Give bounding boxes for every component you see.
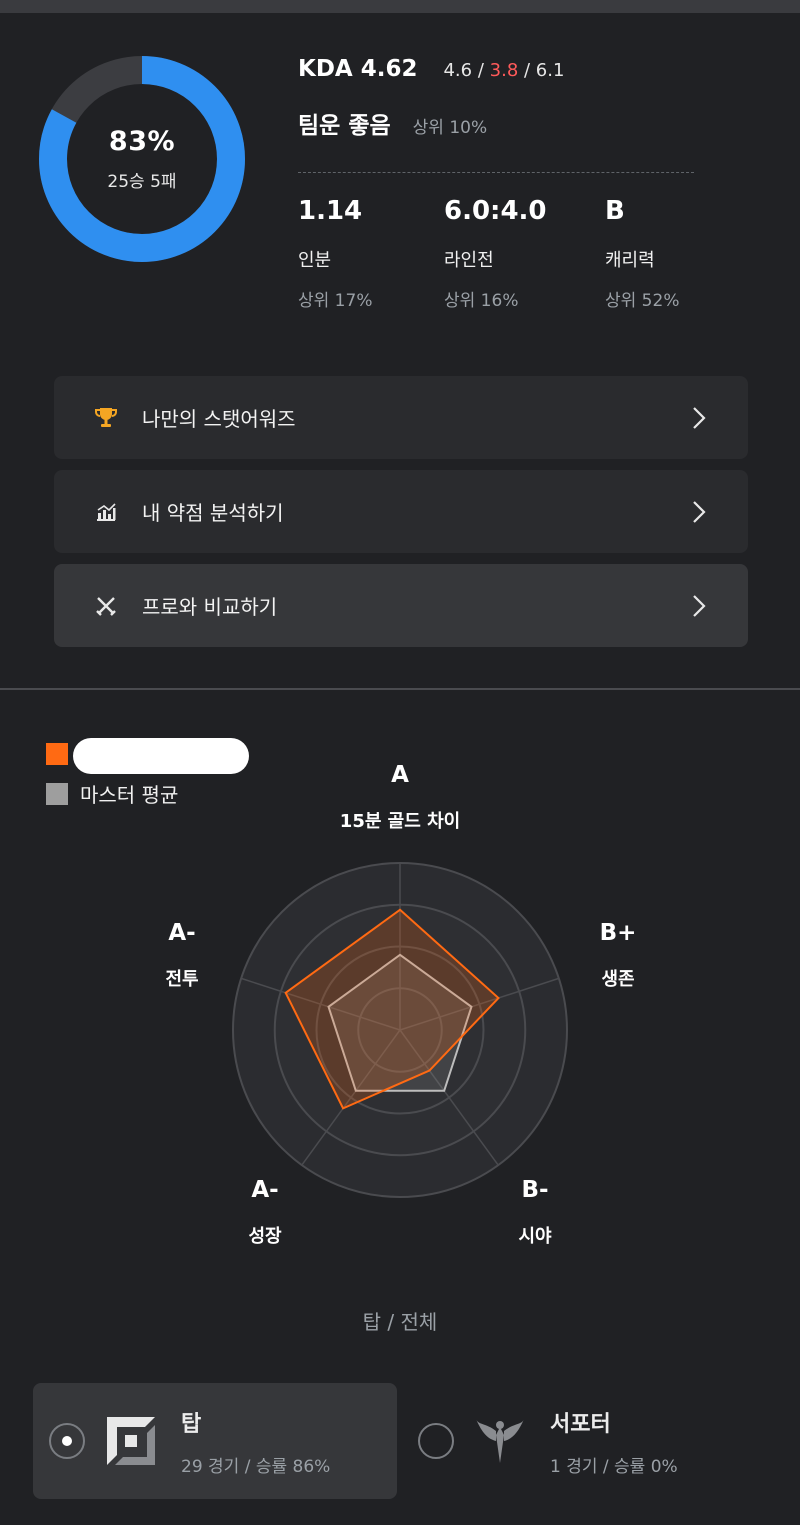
- stat-rank: 상위 17%: [298, 291, 373, 311]
- axis-name-vision: 시야: [518, 1226, 552, 1247]
- position-text: 서포터 1 경기 / 승률 0%: [550, 1406, 678, 1477]
- kda-sep: /: [472, 60, 490, 81]
- axis-name-survival: 생존: [601, 969, 635, 990]
- axis-grade-growth: A-: [251, 1177, 279, 1203]
- position-name: 탑: [181, 1411, 202, 1437]
- trophy-icon: [92, 404, 120, 432]
- menu-stat-awards[interactable]: 나만의 스탯어워즈: [54, 376, 748, 459]
- kills: 4.6: [443, 60, 473, 81]
- stat-laning: 6.0:4.0 라인전 상위 16%: [444, 196, 547, 311]
- kda-row: KDA 4.62 4.6 / 3.8 / 6.1: [298, 56, 564, 82]
- position-card-top[interactable]: 탑 29 경기 / 승률 86%: [33, 1383, 397, 1499]
- kda-sep: /: [518, 60, 536, 81]
- section-divider: [0, 688, 800, 690]
- stat-value: 1.14: [298, 196, 363, 226]
- position-sub: 1 경기 / 승률 0%: [550, 1456, 678, 1477]
- team-luck-rank: 상위 10%: [412, 118, 488, 138]
- stat-rank: 상위 16%: [444, 291, 519, 311]
- stat-carry: B 캐리력 상위 52%: [605, 196, 679, 311]
- dashed-divider: [298, 172, 694, 173]
- chevron-right-icon: [693, 594, 706, 617]
- record-text: 25승 5패: [107, 172, 177, 192]
- menu-compare-pro[interactable]: 프로와 비교하기: [54, 564, 748, 647]
- kda-detail: 4.6 / 3.8 / 6.1: [443, 60, 564, 81]
- axis-grade-combat: A-: [168, 920, 196, 946]
- radar-chart: A 15분 골드 차이 B+ 생존 B- 시야 A- 성장 A- 전투: [0, 740, 800, 1300]
- menu-label: 나만의 스탯어워즈: [142, 407, 296, 431]
- stat-value: B: [605, 196, 625, 226]
- menu-label: 내 약점 분석하기: [142, 501, 284, 525]
- chart-icon: [92, 498, 120, 526]
- stat-value: 6.0:4.0: [444, 196, 547, 226]
- chevron-right-icon: [693, 406, 706, 429]
- menu-weakness-analysis[interactable]: 내 약점 분석하기: [54, 470, 748, 553]
- menu-label: 프로와 비교하기: [142, 595, 278, 619]
- position-name: 서포터: [550, 1411, 611, 1437]
- win-rate-text: 83%: [108, 126, 176, 157]
- team-luck-label: 팀운 좋음: [298, 113, 391, 139]
- stat-performance: 1.14 인분 상위 17%: [298, 196, 372, 311]
- position-sub: 29 경기 / 승률 86%: [181, 1456, 331, 1477]
- stat-label: 라인전: [444, 250, 494, 271]
- axis-name-growth: 성장: [248, 1226, 282, 1247]
- radio-button[interactable]: [418, 1423, 454, 1459]
- axis-grade-vision: B-: [521, 1177, 549, 1203]
- radar-caption: 탑 / 전체: [362, 1310, 438, 1334]
- support-icon: [476, 1419, 524, 1463]
- top-bar: [0, 0, 800, 13]
- assists: 6.1: [535, 60, 565, 81]
- kda-value: KDA 4.62: [298, 56, 418, 82]
- stat-label: 캐리력: [605, 250, 655, 271]
- radio-dot: [62, 1436, 72, 1446]
- stat-label: 인분: [298, 250, 332, 271]
- position-text: 탑 29 경기 / 승률 86%: [181, 1406, 330, 1477]
- top-lane-icon: [107, 1417, 155, 1465]
- axis-grade-survival: B+: [599, 920, 637, 946]
- axis-name-combat: 전투: [165, 969, 199, 990]
- crossed-swords-icon: [92, 592, 120, 620]
- donut-center: 83% 25승 5패: [38, 55, 246, 263]
- radio-button[interactable]: [49, 1423, 85, 1459]
- deaths: 3.8: [489, 60, 519, 81]
- team-luck-row: 팀운 좋음 상위 10%: [298, 106, 487, 140]
- chevron-right-icon: [693, 500, 706, 523]
- axis-grade-gold: A: [391, 762, 409, 788]
- stat-rank: 상위 52%: [605, 291, 680, 311]
- axis-name-gold: 15분 골드 차이: [339, 811, 461, 832]
- position-card-support[interactable]: 서포터 1 경기 / 승률 0%: [400, 1383, 780, 1499]
